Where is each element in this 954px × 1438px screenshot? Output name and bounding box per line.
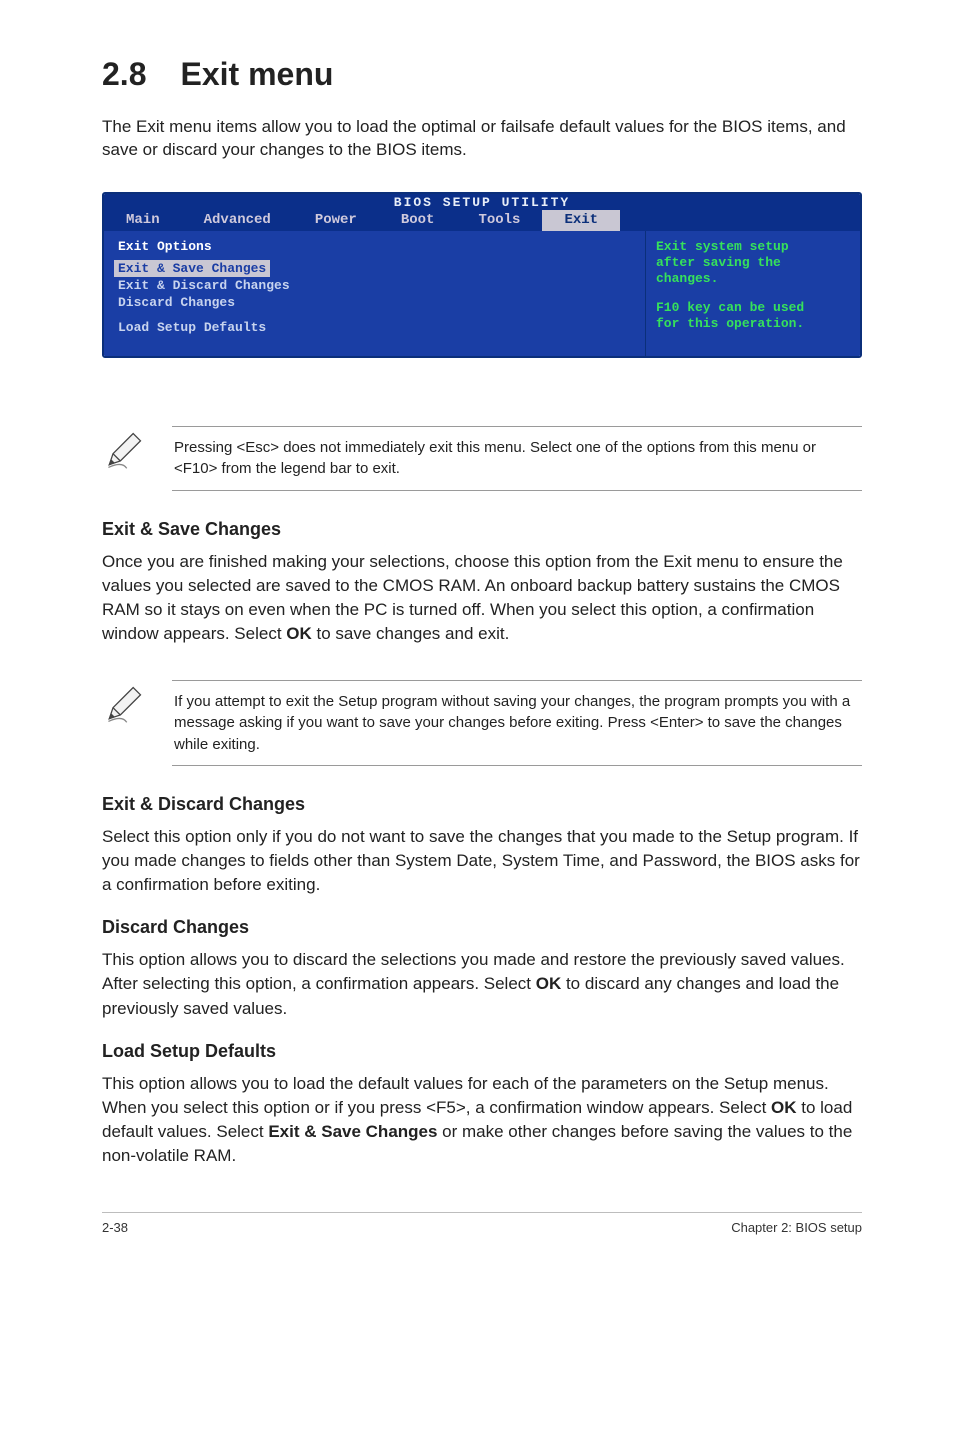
bios-help-line: after saving the: [656, 255, 850, 271]
page-root: 2.8 Exit menu The Exit menu items allow y…: [0, 0, 954, 1265]
bios-left-heading: Exit Options: [118, 239, 631, 254]
bios-help-line: changes.: [656, 271, 850, 287]
bios-tab-advanced[interactable]: Advanced: [182, 210, 293, 231]
footer-chapter: Chapter 2: BIOS setup: [731, 1220, 862, 1235]
bios-help-line: for this operation.: [656, 316, 850, 332]
text: to save changes and exit.: [312, 624, 510, 643]
note-block: If you attempt to exit the Setup program…: [102, 680, 862, 766]
bios-tab-main[interactable]: Main: [104, 210, 182, 231]
footer-page-number: 2-38: [102, 1220, 128, 1235]
para-load-defaults: This option allows you to load the defau…: [102, 1072, 862, 1169]
para-discard: This option allows you to discard the se…: [102, 948, 862, 1020]
kw-ok: OK: [536, 974, 562, 993]
bios-item-load-defaults[interactable]: Load Setup Defaults: [118, 319, 631, 336]
note-block: Pressing <Esc> does not immediately exit…: [102, 426, 862, 491]
bios-title: BIOS SETUP UTILITY: [104, 194, 860, 210]
bios-help-gap: [656, 288, 850, 300]
note-text: Pressing <Esc> does not immediately exit…: [172, 426, 862, 491]
bios-item-exit-save[interactable]: Exit & Save Changes: [114, 260, 270, 277]
title-number: 2.8: [102, 56, 146, 93]
bios-tab-power[interactable]: Power: [293, 210, 379, 231]
page-title: 2.8 Exit menu: [102, 56, 862, 93]
text: This option allows you to load the defau…: [102, 1074, 829, 1117]
bios-tab-row: Main Advanced Power Boot Tools Exit: [104, 210, 860, 231]
note-text: If you attempt to exit the Setup program…: [172, 680, 862, 766]
bios-tab-exit[interactable]: Exit: [542, 210, 620, 231]
para-exit-save: Once you are finished making your select…: [102, 550, 862, 647]
title-text: Exit menu: [180, 56, 333, 92]
bios-fade: [102, 364, 862, 392]
bios-help-line: Exit system setup: [656, 239, 850, 255]
pencil-icon: [102, 680, 150, 731]
kw-ok: OK: [286, 624, 312, 643]
kw-ok: OK: [771, 1098, 797, 1117]
bios-screenshot: BIOS SETUP UTILITY Main Advanced Power B…: [102, 192, 862, 358]
bios-item-exit-discard[interactable]: Exit & Discard Changes: [118, 277, 631, 294]
heading-exit-save: Exit & Save Changes: [102, 519, 862, 540]
bios-help-line: F10 key can be used: [656, 300, 850, 316]
intro-paragraph: The Exit menu items allow you to load th…: [102, 115, 862, 162]
heading-exit-discard: Exit & Discard Changes: [102, 794, 862, 815]
heading-discard: Discard Changes: [102, 917, 862, 938]
bios-item-discard[interactable]: Discard Changes: [118, 294, 631, 311]
pencil-icon: [102, 426, 150, 477]
bios-tab-tools[interactable]: Tools: [456, 210, 542, 231]
para-exit-discard: Select this option only if you do not wa…: [102, 825, 862, 897]
kw-exit-save: Exit & Save Changes: [268, 1122, 437, 1141]
heading-load-defaults: Load Setup Defaults: [102, 1041, 862, 1062]
page-footer: 2-38 Chapter 2: BIOS setup: [102, 1212, 862, 1235]
bios-tab-boot[interactable]: Boot: [379, 210, 457, 231]
